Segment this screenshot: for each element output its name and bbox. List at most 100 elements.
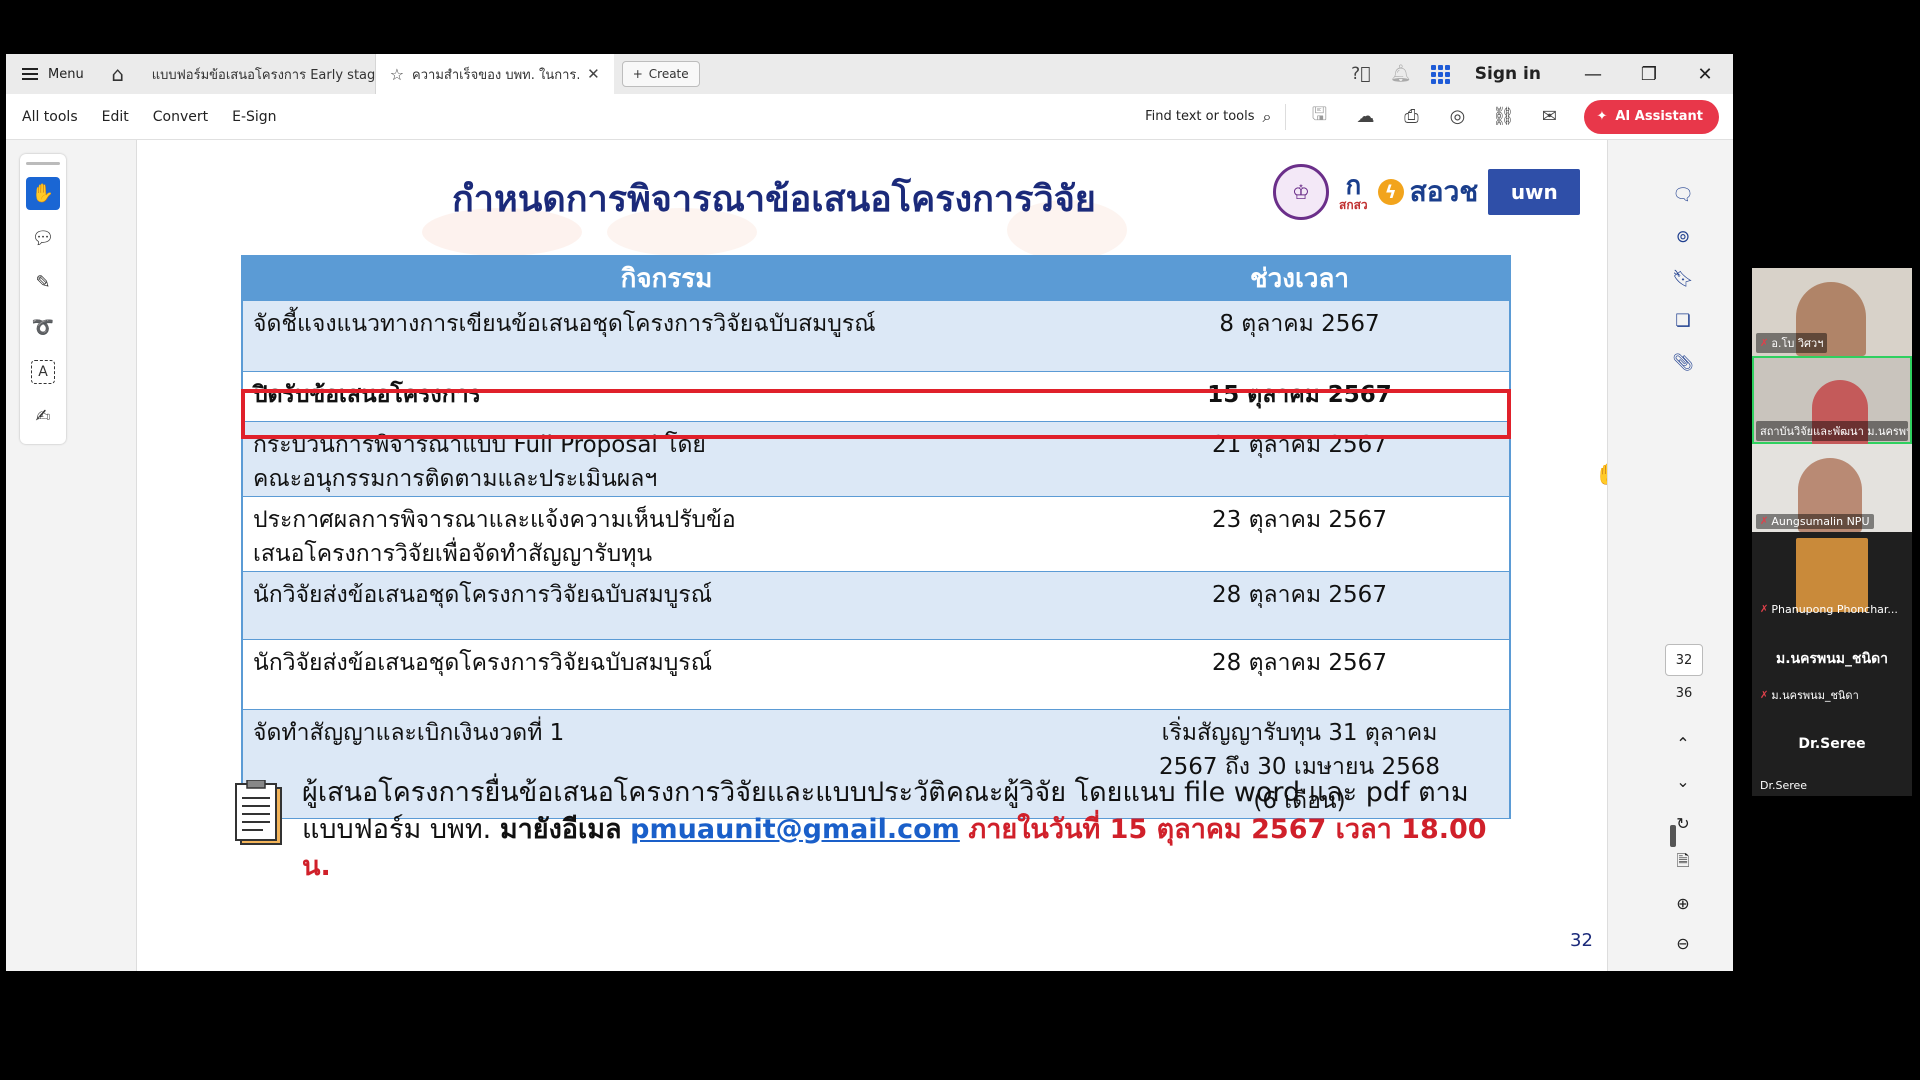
comment-panel-icon[interactable]: 🗨︎ <box>1668 180 1698 210</box>
date-cell: 8 ตุลาคม 2567 <box>1090 301 1510 372</box>
tab-label: แบบฟอร์มข้อเสนอโครงการ Early stag... <box>151 67 388 83</box>
create-label: Create <box>648 67 689 81</box>
home-icon[interactable]: ⌂ <box>98 54 138 94</box>
participant-name: Dr.Seree <box>1760 779 1808 792</box>
email-icon[interactable]: ✉ <box>1528 97 1570 137</box>
bookmark-icon[interactable]: 🔖︎ <box>1668 264 1698 294</box>
link-icon[interactable]: ⛓ <box>1482 97 1524 137</box>
menu-e-sign[interactable]: E-Sign <box>220 109 288 125</box>
hand-cursor-icon: ✋ <box>1595 462 1607 486</box>
participant-photo <box>1796 538 1868 612</box>
rail-grip[interactable] <box>26 162 60 165</box>
text-select-icon[interactable]: A <box>31 359 55 384</box>
create-button[interactable]: + Create <box>621 61 700 87</box>
pages-icon[interactable]: ❏ <box>1668 306 1698 336</box>
table-row: จัดชี้แจงแนวทางการเขียนข้อเสนอชุดโครงการ… <box>242 301 1510 372</box>
attachment-icon[interactable]: 📎︎ <box>1668 348 1698 378</box>
star-icon[interactable]: ☆ <box>390 65 404 84</box>
participant-tile[interactable]: ✗ Phanupong Phonchar... <box>1752 532 1912 620</box>
university-seal-logo: ♔ <box>1273 164 1329 220</box>
date-cell: 21 ตุลาคม 2567 <box>1090 421 1510 497</box>
close-tab-icon[interactable]: ✕ <box>587 65 600 83</box>
date-cell: 23 ตุลาคม 2567 <box>1090 496 1510 572</box>
email-link[interactable]: pmuaunit@gmail.com <box>630 814 960 845</box>
pdf-page: กำหนดการพิจารณาข้อเสนอโครงการวิจัย ♔ ก ส… <box>136 140 1608 971</box>
date-cell: 15 ตุลาคม 2567 <box>1090 371 1510 422</box>
participant-tile[interactable]: สถาบันวิจัยและพัฒนา ม.นครพนม <box>1752 356 1912 444</box>
participant-tile[interactable]: Dr.Seree Dr.Seree <box>1752 708 1912 796</box>
table-row: กระบวนการพิจารณาแบบ Full Proposal โดยคณะ… <box>242 421 1510 497</box>
tab-label: ความสำเร็จของ บพท. ในการ... <box>412 67 580 83</box>
menu-button[interactable]: Menu <box>6 54 98 94</box>
comment-icon[interactable]: 💬︎ <box>26 221 60 254</box>
participant-name: ✗ Aungsumalin NPU <box>1756 514 1874 529</box>
activity-cell: นักวิจัยส่งข้อเสนอชุดโครงการวิจัยฉบับสมบ… <box>242 639 1090 710</box>
restore-icon[interactable]: ❐ <box>1621 54 1677 94</box>
chevron-down-icon[interactable]: ⌄ <box>1668 766 1698 796</box>
participant-display-name: ม.นครพนม_ชนิดา <box>1775 651 1889 667</box>
submission-note: ผู้เสนอโครงการยื่นข้อเสนอโครงการวิจัยและ… <box>302 774 1502 885</box>
menu-all-tools[interactable]: All tools <box>6 109 90 125</box>
activity-cell: นักวิจัยส่งข้อเสนอชุดโครงการวิจัยฉบับสมบ… <box>242 571 1090 640</box>
mic-off-icon: ✗ <box>1760 689 1769 701</box>
ai-label: AI Assistant <box>1615 109 1703 124</box>
extract-page-icon[interactable]: 🗎︎ <box>1668 848 1698 878</box>
hand-icon[interactable]: ✋ <box>26 176 60 211</box>
note-text-bold: มายังอีเมล <box>499 814 622 845</box>
help-icon[interactable]: ?⃝ <box>1341 54 1381 94</box>
ai-sparkle-icon: ✦ <box>1596 109 1608 124</box>
table-row: ประกาศผลการพิจารณาและแจ้งความเห็นปรับข้อ… <box>242 496 1510 572</box>
total-pages: 36 <box>1675 686 1693 701</box>
logo-strip: ♔ ก สกสว ϟ สอวช uwn <box>1273 164 1581 220</box>
minimize-icon[interactable]: — <box>1565 54 1621 94</box>
page-title: กำหนดการพิจารณาข้อเสนอโครงการวิจัย <box>452 179 1096 220</box>
zoom-in-icon[interactable]: ⊕ <box>1668 888 1698 918</box>
participant-display-name: Dr.Seree <box>1798 736 1866 752</box>
document-clipboard-icon <box>235 780 282 845</box>
print-icon[interactable]: ⎙ <box>1390 97 1432 137</box>
menu-label: Menu <box>48 66 84 82</box>
mic-off-icon: ✗ <box>1760 337 1769 349</box>
pen-icon[interactable]: ✎ <box>26 266 60 299</box>
search-panel-icon[interactable]: ⊚ <box>1668 222 1698 252</box>
bell-icon[interactable]: 🔔︎ <box>1381 54 1421 94</box>
ai-assistant-button[interactable]: ✦ AI Assistant <box>1584 99 1719 134</box>
date-cell: 28 ตุลาคม 2567 <box>1090 571 1510 640</box>
plus-icon: + <box>632 67 643 81</box>
sign-icon[interactable]: ✍ <box>26 400 60 433</box>
search-icon: ⌕ <box>1262 106 1272 126</box>
left-panel: ✋ 💬︎ ✎ ➰ A ✍ <box>6 140 136 971</box>
participant-tile[interactable]: ม.นครพนม_ชนิดา ✗ ม.นครพนม_ชนิดา <box>1752 620 1912 708</box>
apps-grid-icon[interactable] <box>1421 54 1461 94</box>
pmua-logo: uwn <box>1488 169 1581 215</box>
participant-tile[interactable]: ✗ อ.โบ วิศวฯ <box>1752 268 1912 356</box>
main-toolbar: All tools Edit Convert E-Sign Find text … <box>6 94 1733 140</box>
zoom-out-icon[interactable]: ⊖ <box>1668 928 1698 958</box>
menu-edit[interactable]: Edit <box>90 109 141 125</box>
meeting-participants-panel: ✗ อ.โบ วิศวฯ สถาบันวิจัยและพัฒนา ม.นครพนม… <box>1752 268 1912 810</box>
activity-cell: ปิดรับข้อเสนอโครงการ <box>242 371 1090 422</box>
quick-tools-rail: ✋ 💬︎ ✎ ➰ A ✍ <box>20 154 66 444</box>
menu-convert[interactable]: Convert <box>141 109 220 125</box>
save-icon[interactable]: 🖫 <box>1298 97 1340 137</box>
mic-off-icon: ✗ <box>1760 604 1769 615</box>
current-page-input[interactable]: 32 <box>1665 644 1703 676</box>
tab-document-1[interactable]: แบบฟอร์มข้อเสนอโครงการ Early stag... <box>138 54 388 94</box>
participant-name: สถาบันวิจัยและพัฒนา ม.นครพนม <box>1756 421 1908 441</box>
tab-document-2[interactable]: ☆ ความสำเร็จของ บพท. ในการ... ✕ <box>375 54 614 94</box>
col-header-activity: กิจกรรม <box>242 255 1090 301</box>
schedule-table: กิจกรรม ช่วงเวลา จัดชี้แจงแนวทางการเขียน… <box>241 255 1511 819</box>
share-user-icon[interactable]: ◎ <box>1436 97 1478 137</box>
screen: Menu ⌂ แบบฟอร์มข้อเสนอโครงการ Early stag… <box>0 0 1920 1080</box>
participant-name: ✗ ม.นครพนม_ชนิดา <box>1760 689 1859 702</box>
table-row: นักวิจัยส่งข้อเสนอชุดโครงการวิจัยฉบับสมบ… <box>242 639 1510 710</box>
upload-cloud-icon[interactable]: ☁ <box>1344 97 1386 137</box>
sign-in-button[interactable]: Sign in <box>1461 64 1565 84</box>
chevron-up-icon[interactable]: ⌃ <box>1668 728 1698 758</box>
participant-tile[interactable]: ✗ Aungsumalin NPU <box>1752 444 1912 532</box>
close-window-icon[interactable]: ✕ <box>1677 54 1733 94</box>
lasso-icon[interactable]: ➰ <box>26 310 60 343</box>
find-text-or-tools[interactable]: Find text or tools ⌕ <box>1145 103 1287 130</box>
vertical-scrollbar[interactable] <box>1670 825 1676 847</box>
activity-cell: จัดชี้แจงแนวทางการเขียนข้อเสนอชุดโครงการ… <box>242 301 1090 372</box>
